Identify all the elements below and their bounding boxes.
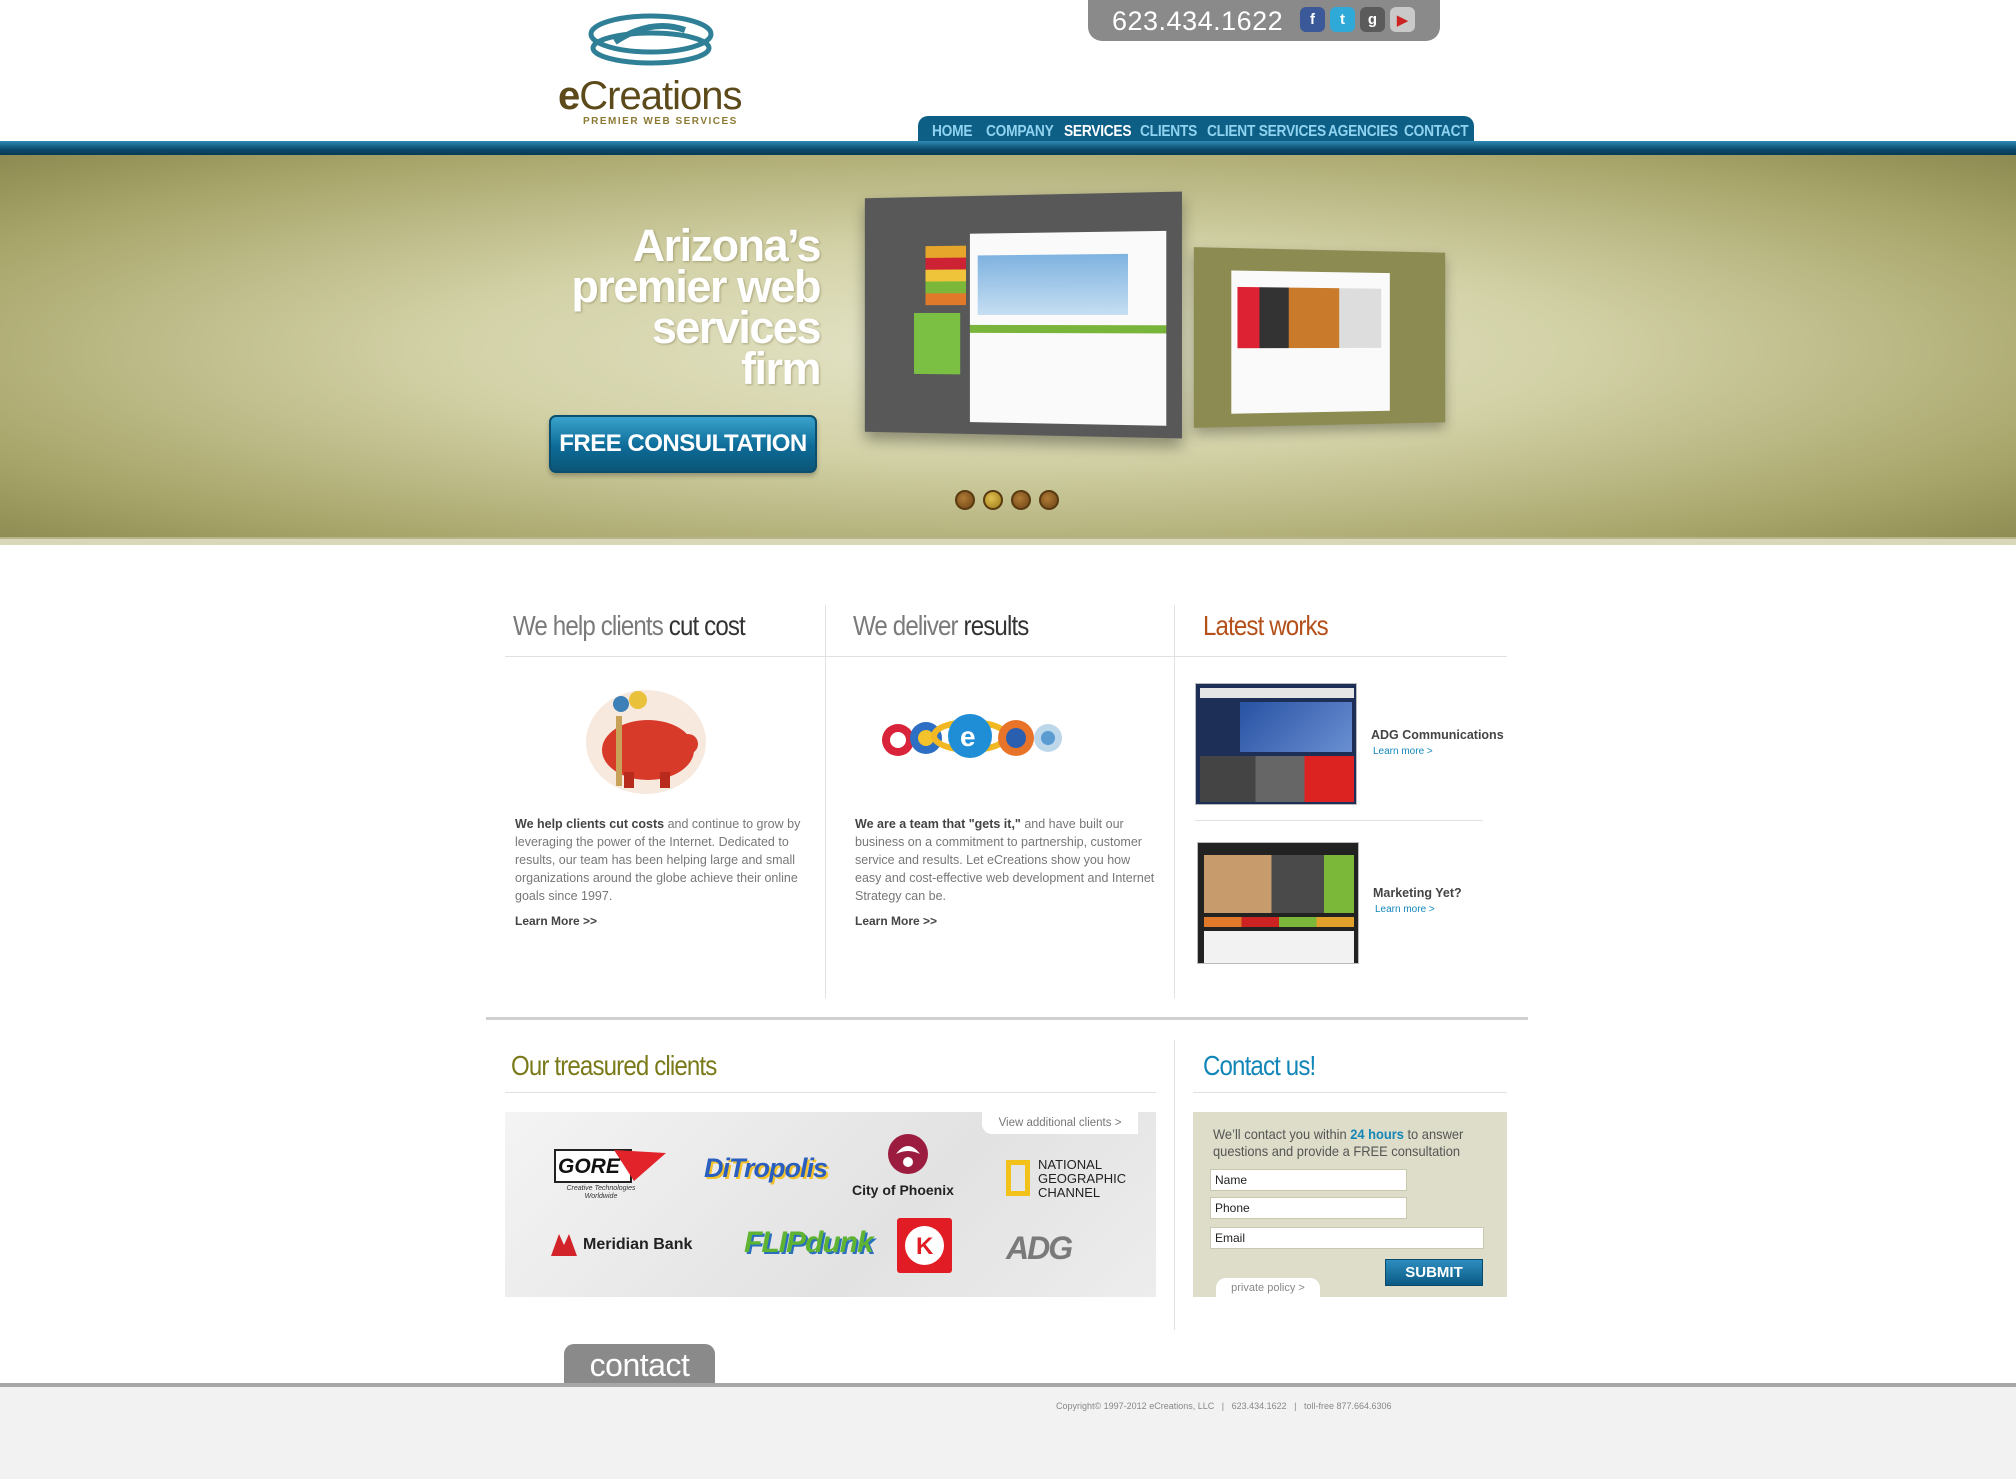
work-title-marketing-yet[interactable]: Marketing Yet? [1373,886,1462,900]
nav-agencies[interactable]: AGENCIES [1328,123,1398,141]
work-title-adg[interactable]: ADG Communications [1371,728,1504,742]
latest-works-divider [1195,820,1483,821]
contact-heading: Contact us! [1203,1050,1316,1081]
twitter-icon[interactable]: t [1330,7,1355,32]
bottom-col-divider [1174,1040,1175,1330]
piggy-bank-icon [586,690,706,794]
view-additional-clients-link[interactable]: View additional clients > [982,1112,1138,1134]
contact-intro-text: We’ll contact you within 24 hours to ans… [1213,1126,1464,1159]
hero-bottom-edge [0,537,2016,545]
privacy-policy-link[interactable]: private policy > [1216,1278,1320,1298]
site-logo[interactable]: eCreations PREMIER WEB SERVICES [555,12,755,127]
col2-learn-more-link[interactable]: Learn More >> [855,914,937,928]
nav-contact[interactable]: CONTACT [1404,123,1469,141]
logo-tagline: PREMIER WEB SERVICES [583,116,738,127]
client-logo-flipdunk[interactable]: FLIPdunk [744,1226,874,1260]
logo-wordmark: eCreations [558,74,742,118]
youtube-icon[interactable]: ▶ [1390,7,1415,32]
work-thumbnail-marketing-yet[interactable] [1197,842,1359,964]
hero-screenshot-portfolio [1193,247,1446,428]
name-field[interactable]: Name [1210,1169,1407,1191]
nav-client-services[interactable]: CLIENT SERVICES [1207,123,1326,141]
top-contact-bar: 623.434.1622 f t g ▶ [1088,0,1440,41]
nav-services[interactable]: SERVICES [1064,123,1132,141]
nav-company[interactable]: COMPANY [986,123,1054,141]
col-divider-2 [1174,605,1175,998]
phoenix-bird-icon [888,1134,928,1174]
slide-dot-4[interactable] [1039,490,1059,510]
footer-contact-tab[interactable]: contact [564,1344,715,1386]
clients-heading: Our treasured clients [511,1050,717,1081]
work-link-adg[interactable]: Learn more > [1373,746,1433,757]
nav-clients[interactable]: CLIENTS [1140,123,1197,141]
logo-swirl-icon [588,13,714,66]
client-logo-circle-k[interactable]: K [897,1218,952,1273]
slide-dot-1[interactable] [955,490,975,510]
work-thumbnail-adg[interactable] [1195,683,1357,805]
header-phone: 623.434.1622 [1112,6,1284,36]
clients-logo-panel [505,1112,1156,1297]
latest-works-heading: Latest works [1203,610,1329,641]
col2-body: We are a team that "gets it," and have b… [855,817,1155,903]
col1-heading: We help clients cut cost [513,610,746,641]
clients-rule [505,1092,1156,1093]
google-plus-icon[interactable]: g [1360,7,1385,32]
header-stripe [0,141,2016,155]
col1-learn-more-link[interactable]: Learn More >> [515,914,597,928]
meridian-m-icon [551,1234,577,1256]
footer [0,1383,2016,1479]
email-field[interactable]: Email [1210,1227,1484,1249]
heading-rule [505,656,1507,657]
hero-screenshot-marketing [864,191,1182,439]
hero-title: Arizona’s premier web services firm [571,220,821,394]
nav-home[interactable]: HOME [932,123,973,141]
footer-copyright: Copyright© 1997-2012 eCreations, LLC | 6… [1056,1401,1392,1411]
facebook-icon[interactable]: f [1300,7,1325,32]
slide-dot-2[interactable] [983,490,1003,510]
phone-field[interactable]: Phone [1210,1197,1407,1219]
submit-button[interactable]: SUBMIT [1385,1259,1483,1286]
svg-text:e: e [960,721,976,752]
client-logo-gore[interactable]: GORE Creative Technologies Worldwide [554,1147,668,1202]
client-logo-adg[interactable]: ADG [1006,1230,1073,1267]
contact-rule [1193,1092,1507,1093]
page: eCreations PREMIER WEB SERVICES 623.434.… [0,0,2016,1479]
free-consultation-button[interactable]: FREE CONSULTATION [549,415,817,473]
col2-heading: We deliver results [853,610,1029,641]
work-link-marketing-yet[interactable]: Learn more > [1375,904,1435,915]
col1-body: We help clients cut costs and continue t… [515,817,801,903]
slide-dot-3[interactable] [1011,490,1031,510]
col-divider-1 [825,605,826,998]
client-logo-ditropolis[interactable]: DiTropolis [704,1153,828,1184]
section-divider [486,1017,1528,1020]
browsers-icon: e [882,714,1062,758]
